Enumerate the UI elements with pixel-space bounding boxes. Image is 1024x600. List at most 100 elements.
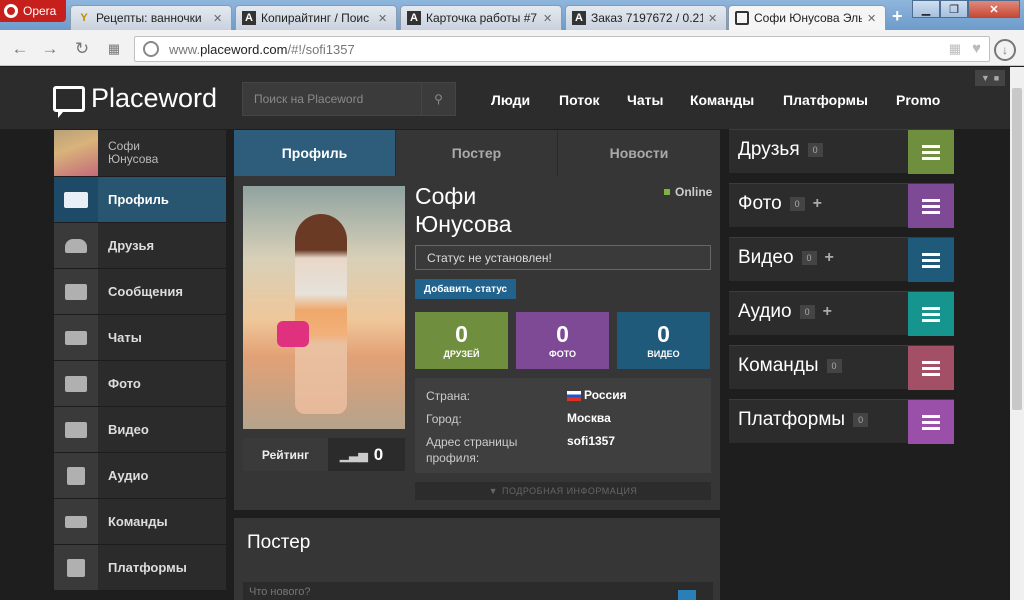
widget-teams[interactable]: Команды 0 [729, 345, 954, 390]
country-label: Страна: [426, 389, 471, 403]
tab-profile[interactable]: Профиль [234, 130, 396, 176]
menu-line [922, 252, 940, 256]
sidebar-item-platforms[interactable]: Платформы [54, 544, 226, 590]
browser-tab-active[interactable]: Софи Юнусова Эль ✕ [728, 5, 886, 30]
page-scrollbar-thumb[interactable] [1012, 88, 1022, 410]
close-tab-icon[interactable]: ✕ [543, 12, 557, 25]
speed-dial-grid-icon[interactable]: ▦ [104, 39, 124, 59]
menu-line [922, 426, 940, 430]
sidebar-item-friends[interactable]: Друзья [54, 222, 226, 268]
photo-icon [54, 361, 98, 406]
close-tab-icon[interactable]: ✕ [708, 12, 722, 25]
online-dot-icon [664, 189, 670, 195]
widget-friends[interactable]: Друзья 0 [729, 129, 954, 174]
add-status-button[interactable]: Добавить статус [415, 279, 516, 299]
sidebar-item-photo[interactable]: Фото [54, 360, 226, 406]
browser-tab[interactable]: Y Рецепты: ванночки ✕ [70, 5, 232, 30]
forward-arrow-icon[interactable]: → [40, 39, 60, 59]
menu-line [922, 198, 940, 202]
maximize-window-button[interactable]: ❐ [940, 0, 968, 18]
speed-dial-add-icon[interactable]: ▦ [949, 41, 961, 57]
address-bar[interactable]: www. placeword.com/#!/sofi1357 ▦ ♥ [134, 36, 990, 62]
status-field[interactable]: Статус не установлен! [415, 245, 711, 270]
widget-add-icon[interactable]: + [825, 250, 834, 266]
bookmark-heart-icon[interactable]: ♥ [972, 40, 981, 57]
dropdown-arrow-icon[interactable]: ▼ [981, 73, 990, 83]
browser-tab[interactable]: A Заказ 7197672 / 0.21 ✕ [565, 5, 727, 30]
nav-link-teams[interactable]: Команды [690, 92, 754, 108]
tab-news[interactable]: Новости [558, 130, 720, 176]
sidebar-item-video[interactable]: Видео [54, 406, 226, 452]
chat-bubble-icon[interactable]: ■ [994, 73, 999, 83]
poster-add-button[interactable] [678, 590, 696, 600]
site-info-icon[interactable] [143, 41, 159, 57]
a-favicon-icon: A [572, 11, 586, 25]
widget-video[interactable]: Видео 0 + [729, 237, 954, 282]
more-info-toggle[interactable]: ▼ ПОДРОБНАЯ ИНФОРМАЦИЯ [415, 482, 711, 500]
browser-tab[interactable]: A Карточка работы #7 ✕ [400, 5, 562, 30]
widget-menu-icon[interactable] [908, 184, 954, 228]
opera-menu-button[interactable]: Opera [0, 0, 66, 22]
header-mini-controls[interactable]: ▼ ■ [975, 70, 1005, 86]
online-indicator: Online [664, 185, 712, 199]
nav-link-people[interactable]: Люди [491, 92, 530, 108]
widget-title-row: Команды 0 [738, 355, 842, 377]
sidebar-item-teams[interactable]: Команды [54, 498, 226, 544]
site-search-input[interactable]: Поиск на Placeword ⚲ [242, 82, 456, 116]
download-icon[interactable]: ↓ [994, 39, 1016, 61]
menu-line [922, 150, 940, 154]
widget-photo[interactable]: Фото 0 + [729, 183, 954, 228]
profile-photo[interactable] [243, 186, 405, 429]
widget-title-row: Фото 0 + [738, 193, 822, 215]
rating-block: Рейтинг ▁▃▅ 0 [243, 438, 405, 471]
video-icon [54, 407, 98, 452]
widget-add-icon[interactable]: + [823, 304, 832, 320]
sidebar-item-messages[interactable]: Сообщения [54, 268, 226, 314]
widget-menu-icon[interactable] [908, 400, 954, 444]
sidebar-item-chats[interactable]: Чаты [54, 314, 226, 360]
minimize-window-button[interactable]: ▁ [912, 0, 940, 18]
widget-platforms[interactable]: Платформы 0 [729, 399, 954, 444]
reload-icon[interactable]: ↻ [72, 39, 92, 59]
nav-link-promo[interactable]: Promo [896, 92, 940, 108]
a-favicon-icon: A [407, 11, 421, 25]
avatar[interactable] [54, 130, 98, 176]
country-value[interactable]: Россия [567, 388, 627, 402]
stat-photo[interactable]: 0 ФОТО [516, 312, 609, 369]
tab-poster[interactable]: Постер [396, 130, 558, 176]
site-logo[interactable]: Placeword [53, 83, 217, 118]
close-tab-icon[interactable]: ✕ [378, 12, 392, 25]
widget-audio[interactable]: Аудио 0 + [729, 291, 954, 336]
city-value[interactable]: Москва [567, 411, 611, 425]
sidebar-item-audio[interactable]: Аудио [54, 452, 226, 498]
nav-link-chats[interactable]: Чаты [627, 92, 663, 108]
close-window-button[interactable]: ✕ [968, 0, 1020, 18]
stat-video[interactable]: 0 ВИДЕО [617, 312, 710, 369]
back-arrow-icon[interactable]: ← [10, 39, 30, 59]
sidebar-user[interactable]: Софи Юнусова [54, 130, 226, 176]
close-tab-icon[interactable]: ✕ [213, 12, 227, 25]
browser-tab[interactable]: A Копирайтинг / Поис ✕ [235, 5, 397, 30]
menu-line [922, 360, 940, 364]
widget-title: Фото [738, 193, 782, 214]
widget-menu-icon[interactable] [908, 130, 954, 174]
menu-line [922, 312, 940, 316]
new-tab-icon[interactable]: + [892, 6, 903, 27]
nav-link-platforms[interactable]: Платформы [783, 92, 868, 108]
widget-title-row: Видео 0 + [738, 247, 834, 269]
widget-title: Видео [738, 247, 794, 268]
close-tab-icon[interactable]: ✕ [867, 12, 881, 25]
search-icon[interactable]: ⚲ [421, 83, 455, 115]
widget-add-icon[interactable]: + [813, 196, 822, 212]
menu-line [922, 366, 940, 370]
stat-friends[interactable]: 0 ДРУЗЕЙ [415, 312, 508, 369]
widget-title: Друзья [738, 139, 800, 160]
widget-menu-icon[interactable] [908, 346, 954, 390]
address-label: Адрес страницы профиля: [426, 435, 518, 465]
widget-menu-icon[interactable] [908, 292, 954, 336]
sidebar-item-profile[interactable]: Профиль [54, 176, 226, 222]
poster-input[interactable]: Что нового? [243, 582, 713, 600]
widget-title-row: Платформы 0 [738, 409, 869, 431]
nav-link-stream[interactable]: Поток [559, 92, 600, 108]
widget-menu-icon[interactable] [908, 238, 954, 282]
